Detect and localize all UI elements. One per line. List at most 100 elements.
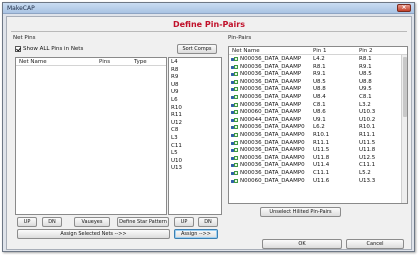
- pair-select-icon[interactable]: [234, 87, 238, 92]
- pin-pair-row[interactable]: N00036_DATA_DAAMP C8.1 L3.2: [229, 102, 407, 110]
- pin-pair-row[interactable]: N00036_DATA_DAAMP R9.1 U8.5: [229, 71, 407, 79]
- component-item[interactable]: U10: [171, 158, 182, 166]
- unselect-hilited-button[interactable]: Unselect Hilited Pin-Pairs: [260, 207, 341, 217]
- window-title: MakeCAP: [7, 5, 35, 12]
- pair-select-icon[interactable]: [234, 178, 238, 183]
- pair-select-icon[interactable]: [234, 110, 238, 115]
- component-list[interactable]: L4 R8 R9 U8 U9 L6 R10 R11 U12 C8 L3 C11 L5 U10 U13: [168, 57, 222, 215]
- show-all-pins-checkbox[interactable]: [15, 46, 21, 52]
- pair-select-icon[interactable]: [234, 155, 238, 160]
- net-name-column-header[interactable]: Net Name: [19, 59, 47, 65]
- component-item[interactable]: L3: [171, 135, 182, 143]
- pair-pin1: U8.5: [313, 78, 326, 85]
- dialog-title: Define Pin-Pairs: [172, 20, 246, 29]
- component-item[interactable]: L6: [171, 97, 182, 105]
- net-down-button[interactable]: DN: [42, 217, 62, 227]
- pair-select-icon[interactable]: [234, 133, 238, 137]
- pair-net-name: N00044_DATA_DAAMP: [240, 116, 302, 123]
- component-item[interactable]: U12: [171, 120, 182, 128]
- pin1-column-header[interactable]: Pin 1: [313, 48, 326, 54]
- pair-pin1: U11.6: [313, 177, 330, 184]
- pair-net-name: N00060_DATA_DAAMP0: [240, 177, 305, 184]
- pin-pair-row[interactable]: N00036_DATA_DAAMP U8.8 U9.5: [229, 86, 407, 94]
- component-item[interactable]: L4: [171, 59, 182, 67]
- pair-select-icon[interactable]: [234, 102, 238, 107]
- pin-pair-row[interactable]: N00036_DATA_DAAMP R8.1 R9.1: [229, 64, 407, 72]
- pair-pin2: C11.1: [359, 162, 376, 169]
- pair-pin2: R11.1: [359, 132, 376, 138]
- pair-select-icon[interactable]: [234, 125, 238, 130]
- net-pins-list[interactable]: Net Name Pins Type: [15, 57, 167, 215]
- pair-select-icon[interactable]: [234, 57, 238, 61]
- pair-pin1: U8.4: [313, 94, 326, 100]
- component-item[interactable]: C8: [171, 127, 182, 135]
- pair-net-name: N00036_DATA_DAAMP: [240, 63, 302, 70]
- pair-select-icon[interactable]: [234, 117, 238, 122]
- component-item[interactable]: R11: [171, 112, 182, 120]
- pin-pair-row[interactable]: N00036_DATA_DAAMP0 U11.5 U11.8: [229, 147, 407, 155]
- pair-select-icon[interactable]: [234, 95, 238, 99]
- assign-button[interactable]: Assign -->>: [174, 229, 218, 239]
- pin-pair-row[interactable]: N00036_DATA_DAAMP0 L6.2 R10.1: [229, 124, 407, 132]
- pair-pin2: U8.5: [359, 71, 372, 78]
- pair-pin2: L5.2: [359, 170, 371, 176]
- pin-pair-row[interactable]: N00060_DATA_DAAMP U8.6 U10.3: [229, 109, 407, 117]
- title-bar[interactable]: MakeCAP ×: [3, 3, 414, 14]
- pin-pairs-list[interactable]: Net Name Pin 1 Pin 2 N00036_DATA_DAAMP L4…: [228, 46, 408, 204]
- define-star-pattern-button[interactable]: Define Star Pattern: [117, 217, 169, 227]
- vaueyes-button[interactable]: Vaueyes: [74, 217, 110, 227]
- pair-pin2: R9.1: [359, 63, 372, 70]
- pair-select-icon[interactable]: [234, 79, 238, 84]
- pair-net-name: N00060_DATA_DAAMP: [240, 109, 302, 116]
- pair-pin2: U13.3: [359, 177, 376, 184]
- pair-select-icon[interactable]: [234, 171, 238, 175]
- pin-pairs-scrollbar[interactable]: [401, 55, 407, 203]
- component-item[interactable]: R9: [171, 74, 182, 82]
- pin-pair-row[interactable]: N00036_DATA_DAAMP U8.4 C8.1: [229, 94, 407, 102]
- net-pins-label: Net Pins: [13, 35, 36, 41]
- component-items: L4 R8 R9 U8 U9 L6 R10 R11 U12 C8 L3 C11 L5 U10 U13: [171, 59, 182, 173]
- pin-pair-row[interactable]: N00036_DATA_DAAMP L4.2 R8.1: [229, 56, 407, 64]
- pair-pin2: R10.1: [359, 124, 376, 131]
- pin-pairs-scroll-thumb[interactable]: [403, 57, 407, 117]
- pin-pair-row[interactable]: N00036_DATA_DAAMP0 R10.1 R11.1: [229, 132, 407, 140]
- pair-net-name: N00036_DATA_DAAMP: [240, 94, 302, 100]
- cancel-button[interactable]: Cancel: [346, 239, 404, 249]
- close-button[interactable]: ×: [397, 4, 411, 12]
- comp-down-button[interactable]: DN: [198, 217, 218, 227]
- pin-pair-row[interactable]: N00044_DATA_DAAMP U9.1 U10.2: [229, 117, 407, 125]
- pair-pin2: U9.5: [359, 86, 372, 93]
- pair-net-name: N00036_DATA_DAAMP0: [240, 132, 305, 138]
- pin-pair-row[interactable]: N00036_DATA_DAAMP U8.5 U8.8: [229, 79, 407, 87]
- pin-pair-row[interactable]: N00036_DATA_DAAMP0 U11.4 C11.1: [229, 162, 407, 170]
- pins-column-header[interactable]: Pins: [99, 59, 110, 65]
- pair-select-icon[interactable]: [234, 163, 238, 168]
- assign-selected-nets-button[interactable]: Assign Selected Nets -->>: [17, 229, 170, 239]
- title-separator: [11, 31, 407, 32]
- component-item[interactable]: R10: [171, 105, 182, 113]
- component-item[interactable]: U9: [171, 89, 182, 97]
- pin-pair-row[interactable]: N00036_DATA_DAAMP0 C11.1 L5.2: [229, 170, 407, 178]
- component-item[interactable]: C11: [171, 143, 182, 151]
- pair-net-name-column-header[interactable]: Net Name: [232, 48, 260, 54]
- pin-pair-row[interactable]: N00036_DATA_DAAMP0 R11.1 U11.5: [229, 140, 407, 148]
- pin-pair-row[interactable]: N00036_DATA_DAAMP0 U11.8 U12.5: [229, 155, 407, 163]
- pair-pin1: L4.2: [313, 56, 325, 62]
- component-item[interactable]: U8: [171, 82, 182, 90]
- pair-select-icon[interactable]: [234, 148, 238, 153]
- pair-select-icon[interactable]: [234, 64, 238, 69]
- component-item[interactable]: L5: [171, 150, 182, 158]
- component-item[interactable]: U13: [171, 165, 182, 173]
- pair-select-icon[interactable]: [234, 140, 238, 145]
- component-item[interactable]: R8: [171, 67, 182, 75]
- show-all-pins-option[interactable]: Show ALL Pins in Nets: [15, 46, 83, 52]
- net-up-button[interactable]: UP: [17, 217, 37, 227]
- sort-comps-button[interactable]: Sort Comps: [177, 44, 217, 54]
- pair-select-icon[interactable]: [234, 72, 238, 77]
- type-column-header[interactable]: Type: [134, 59, 147, 65]
- comp-up-button[interactable]: UP: [174, 217, 194, 227]
- pair-net-name: N00036_DATA_DAAMP: [240, 71, 302, 78]
- ok-button[interactable]: OK: [262, 239, 342, 249]
- pin-pair-row[interactable]: N00060_DATA_DAAMP0 U11.6 U13.3: [229, 178, 407, 186]
- pin2-column-header[interactable]: Pin 2: [359, 48, 372, 54]
